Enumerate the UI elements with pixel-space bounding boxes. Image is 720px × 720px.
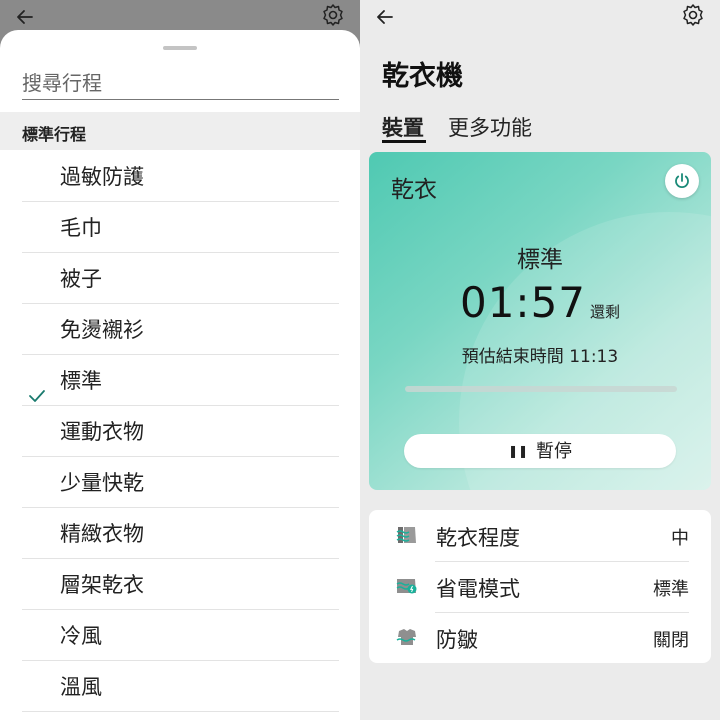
program-item-label: 標準 [60,369,102,393]
card-mode-label: 乾衣 [391,177,437,203]
program-item[interactable]: 標準 [22,355,339,406]
tab-more-features[interactable]: 更多功能 [448,112,532,142]
program-item-label: 精緻衣物 [60,522,144,546]
setting-row-wrinkle-prevention[interactable]: 防皺 關閉 [369,612,711,663]
wrinkle-prevention-icon [395,626,419,648]
left-top-bar [0,0,360,34]
arrow-left-icon[interactable] [12,4,38,30]
setting-row-energy-saving[interactable]: 省電模式 標準 [369,561,711,612]
dryness-level-icon [395,524,419,546]
dryer-device-panel: 乾衣機 裝置 更多功能 乾衣 標準 01:57 還剩 預估結束時間 11:13 ❚… [360,0,720,720]
setting-row-dryness[interactable]: 乾衣程度 中 [369,510,711,561]
pause-button[interactable]: ❚❚ 暫停 [404,434,676,468]
tab-device[interactable]: 裝置 [382,112,424,142]
dryer-settings-list: 乾衣程度 中 省電模式 標準 防皺 關閉 [369,510,711,663]
time-remaining-value: 01:57 [459,278,587,327]
program-item[interactable]: 溫風 [22,661,339,712]
setting-label-wrinkle-prevention: 防皺 [436,628,478,652]
program-item[interactable]: 冷風 [22,610,339,661]
program-item-label: 運動衣物 [60,420,144,444]
sheet-drag-handle[interactable] [163,46,197,50]
program-item-label: 免燙襯衫 [60,318,144,342]
power-icon [675,173,689,188]
gear-icon[interactable] [320,2,346,28]
program-picker-panel: 搜尋行程 標準行程 過敏防護毛巾被子免燙襯衫標準運動衣物少量快乾精緻衣物層架乾衣… [0,0,360,720]
setting-value-energy-saving: 標準 [653,579,689,600]
program-bottom-sheet: 搜尋行程 標準行程 過敏防護毛巾被子免燙襯衫標準運動衣物少量快乾精緻衣物層架乾衣… [0,30,360,720]
program-item-label: 溫風 [60,675,102,699]
program-item[interactable]: 層架乾衣 [22,559,339,610]
section-header-standard-programs: 標準行程 [0,112,360,150]
energy-saving-icon [395,575,419,597]
time-remaining-row: 01:57 還剩 [369,278,711,327]
dryer-status-card: 乾衣 標準 01:57 還剩 預估結束時間 11:13 ❚❚ 暫停 [369,152,711,490]
active-tab-indicator [382,140,426,143]
program-list: 過敏防護毛巾被子免燙襯衫標準運動衣物少量快乾精緻衣物層架乾衣冷風溫風 [22,151,339,712]
search-program-input[interactable]: 搜尋行程 [22,70,339,100]
pause-icon: ❚❚ [507,444,529,458]
power-button[interactable] [665,164,699,198]
row-divider [435,612,689,613]
setting-label-dryness: 乾衣程度 [436,526,520,550]
checkmark-icon [28,372,46,402]
estimated-end-time: 預估結束時間 11:13 [461,347,619,367]
row-divider [435,561,689,562]
setting-value-wrinkle-prevention: 關閉 [653,630,689,651]
program-item-label: 層架乾衣 [60,573,144,597]
program-item-label: 少量快乾 [60,471,144,495]
setting-value-dryness: 中 [671,528,689,549]
program-item-label: 過敏防護 [60,165,144,189]
page-title: 乾衣機 [382,61,463,92]
program-item-label: 冷風 [60,624,102,648]
program-item[interactable]: 毛巾 [22,202,339,253]
current-cycle-name: 標準 [517,247,563,273]
time-remaining-label: 還剩 [590,303,621,321]
program-item[interactable]: 免燙襯衫 [22,304,339,355]
program-item[interactable]: 過敏防護 [22,151,339,202]
gear-icon[interactable] [680,2,706,28]
program-item[interactable]: 被子 [22,253,339,304]
program-item-label: 被子 [60,267,102,291]
program-item-label: 毛巾 [60,216,102,240]
program-item[interactable]: 精緻衣物 [22,508,339,559]
pause-button-label: 暫停 [536,441,573,462]
arrow-left-icon[interactable] [372,4,398,30]
setting-label-energy-saving: 省電模式 [436,577,520,601]
cycle-progress-bar [405,386,677,392]
program-item[interactable]: 運動衣物 [22,406,339,457]
program-item[interactable]: 少量快乾 [22,457,339,508]
